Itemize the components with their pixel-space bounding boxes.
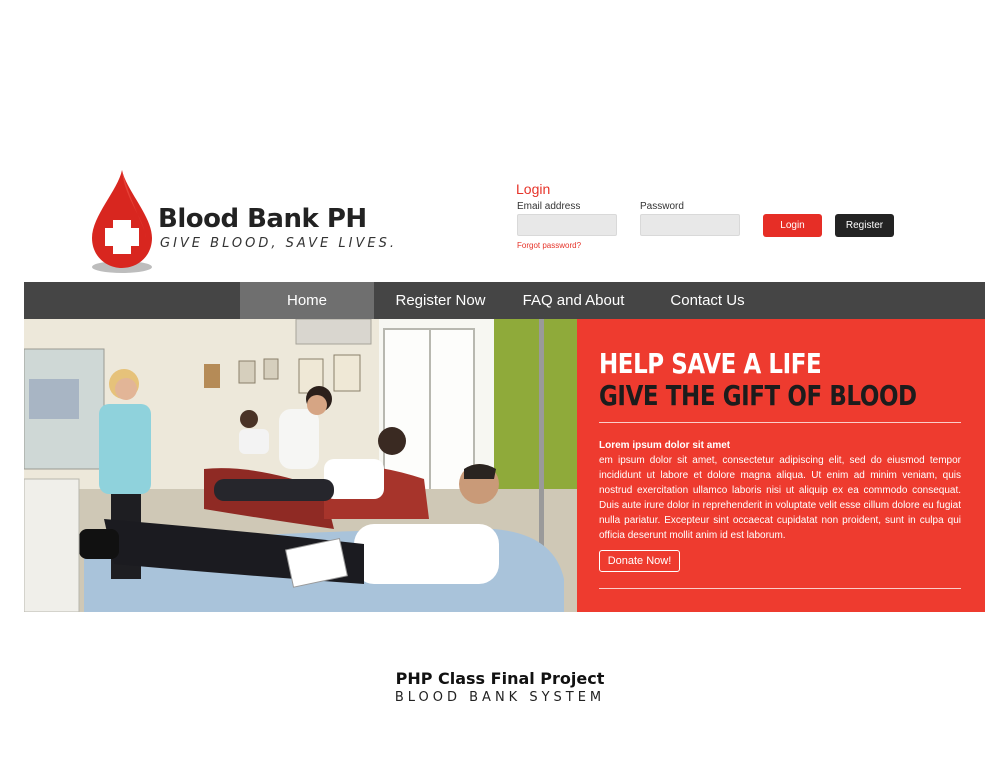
hero-divider-top [599,422,961,423]
email-label: Email address [517,201,581,212]
main-nav: Home Register Now FAQ and About Contact … [24,282,985,319]
password-label: Password [640,201,684,212]
caption-subtitle: BLOOD BANK SYSTEM [394,690,606,705]
hero-body-text: em ipsum dolor sit amet, consectetur adi… [599,455,961,541]
login-button[interactable]: Login [763,214,822,237]
hero-divider-bottom [599,588,961,589]
email-field[interactable] [517,214,617,236]
register-button[interactable]: Register [835,214,894,237]
caption-title: PHP Class Final Project [395,669,605,688]
password-field[interactable] [640,214,740,236]
site-logo[interactable]: Blood Bank PH GIVE BLOOD, SAVE LIVES. [88,168,394,278]
blood-drop-icon [92,170,152,273]
hero-headline-line2: GIVE THE GIFT OF BLOOD [599,379,917,412]
hero-headline-line1: HELP SAVE A LIFE [599,347,822,380]
logo-tagline: GIVE BLOOD, SAVE LIVES. [160,236,397,251]
nav-register-now[interactable]: Register Now [374,282,507,319]
donate-now-button[interactable]: Donate Now! [599,550,680,572]
hero-photo [24,319,577,612]
hero-panel: HELP SAVE A LIFE GIVE THE GIFT OF BLOOD … [577,319,985,612]
blood-donation-room-image [24,319,577,612]
forgot-password-link[interactable]: Forgot password? [517,241,581,250]
login-heading: Login [516,181,551,197]
nav-faq-and-about[interactable]: FAQ and About [507,282,640,319]
nav-home[interactable]: Home [240,282,374,319]
hero-subheading: Lorem ipsum dolor sit amet [599,440,731,451]
logo-title: Blood Bank PH [158,204,367,234]
nav-contact-us[interactable]: Contact Us [640,282,775,319]
